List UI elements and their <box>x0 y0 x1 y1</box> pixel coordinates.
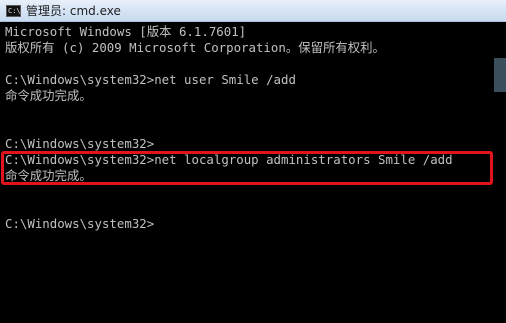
console-output[interactable]: Microsoft Windows [版本 6.1.7601] 版权所有 (c)… <box>0 22 506 323</box>
window-title: 管理员: cmd.exe <box>26 4 121 18</box>
highlight-annotation <box>1 151 493 185</box>
console-line: Microsoft Windows [版本 6.1.7601] <box>5 24 247 39</box>
console-line: 命令成功完成。 <box>5 88 92 103</box>
title-bar[interactable]: C:\ 管理员: cmd.exe <box>0 0 506 22</box>
cmd-icon: C:\ <box>6 5 21 17</box>
scrollbar-thumb[interactable] <box>494 58 506 92</box>
console-line: C:\Windows\system32> <box>5 136 155 151</box>
console-line: 版权所有 (c) 2009 Microsoft Corporation。保留所有… <box>5 40 385 55</box>
console-line: C:\Windows\system32>net user Smile /add <box>5 72 296 87</box>
console-line: C:\Windows\system32> <box>5 216 155 231</box>
